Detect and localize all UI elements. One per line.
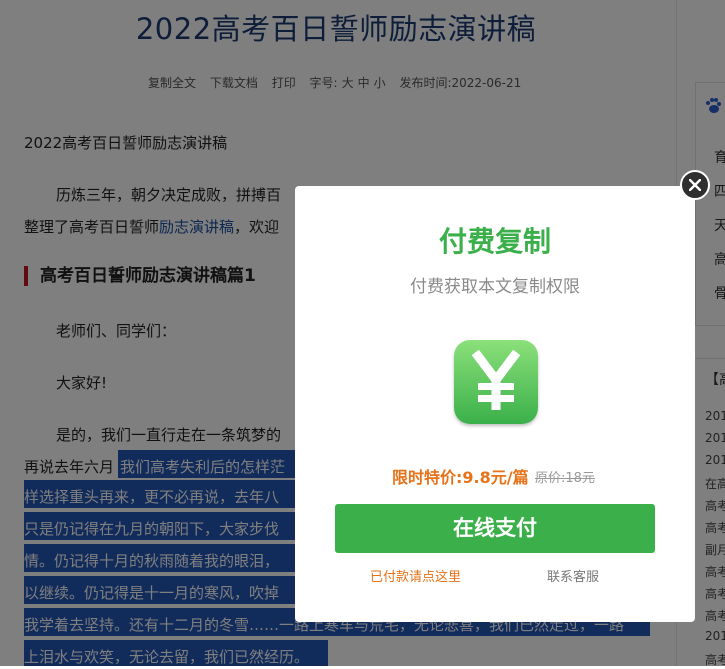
paid-copy-dialog: 付费复制 付费获取本文复制权限 限时特价:9.8元/篇 原价:18元 在线支付 … bbox=[295, 186, 695, 622]
contact-service-link[interactable]: 联系客服 bbox=[547, 566, 599, 585]
close-button[interactable] bbox=[680, 170, 710, 200]
dialog-subtitle: 付费获取本文复制权限 bbox=[410, 277, 580, 297]
dialog-title: 付费复制 bbox=[438, 225, 551, 258]
page: 2022高考百日誓师励志演讲稿 复制全文 下载文档 打印 字号:大中小 发布时间… bbox=[0, 0, 725, 667]
yen-icon bbox=[454, 340, 538, 424]
online-pay-button[interactable]: 在线支付 bbox=[335, 504, 655, 553]
sale-price: 限时特价:9.8元/篇 bbox=[392, 468, 529, 487]
original-price: 原价:18元 bbox=[535, 471, 595, 486]
already-paid-link[interactable]: 已付款请点这里 bbox=[370, 566, 461, 585]
